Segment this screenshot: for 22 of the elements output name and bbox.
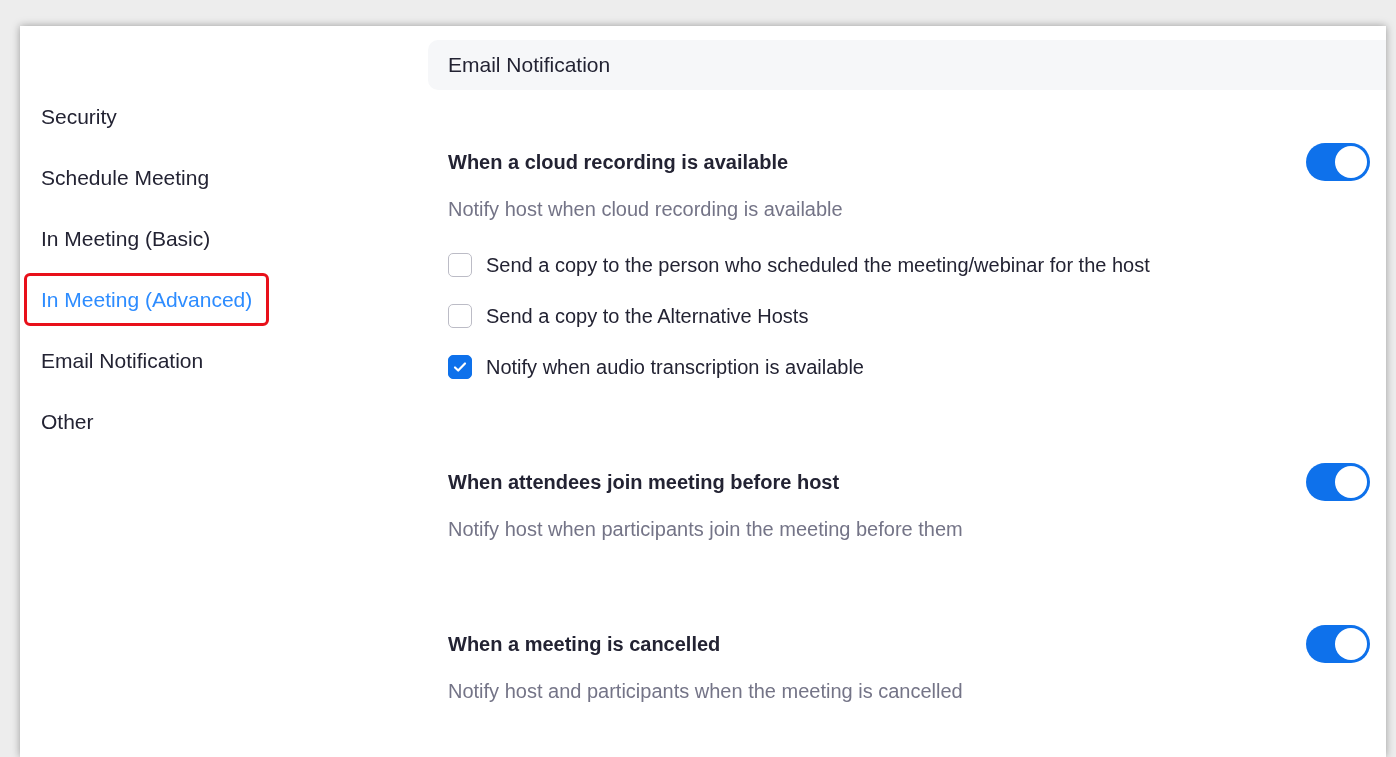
- checkmark-icon: [452, 359, 468, 375]
- sidebar-item[interactable]: Other: [24, 394, 111, 449]
- checkbox[interactable]: [448, 253, 472, 277]
- checkbox-label: Send a copy to the Alternative Hosts: [486, 304, 809, 329]
- setting-description: Notify host when participants join the meeting before them: [448, 517, 964, 542]
- setting-title: When a meeting is cancelled: [448, 632, 721, 657]
- sidebar-item[interactable]: Schedule Meeting: [24, 150, 227, 205]
- checkbox[interactable]: [448, 304, 472, 328]
- section-header: Email Notification: [428, 40, 1386, 90]
- setting-description: Notify host and participants when the meeting is cancelled: [448, 679, 964, 704]
- checkbox-label: Send a copy to the person who scheduled the meeting/webinar for the host: [486, 253, 1150, 278]
- setting-description: Notify host when cloud recording is available: [448, 197, 844, 222]
- setting-title: When a cloud recording is available: [448, 150, 789, 175]
- checkbox-label: Notify when audio transcription is available: [486, 355, 864, 380]
- setting-title: When attendees join meeting before host: [448, 470, 840, 495]
- checkbox[interactable]: [448, 355, 472, 379]
- sidebar-item[interactable]: In Meeting (Basic): [24, 211, 228, 266]
- toggle-switch[interactable]: [1306, 463, 1370, 501]
- sidebar-item[interactable]: Email Notification: [24, 333, 221, 388]
- toggle-switch[interactable]: [1306, 143, 1370, 181]
- sidebar-item[interactable]: Security: [24, 89, 134, 144]
- toggle-switch[interactable]: [1306, 625, 1370, 663]
